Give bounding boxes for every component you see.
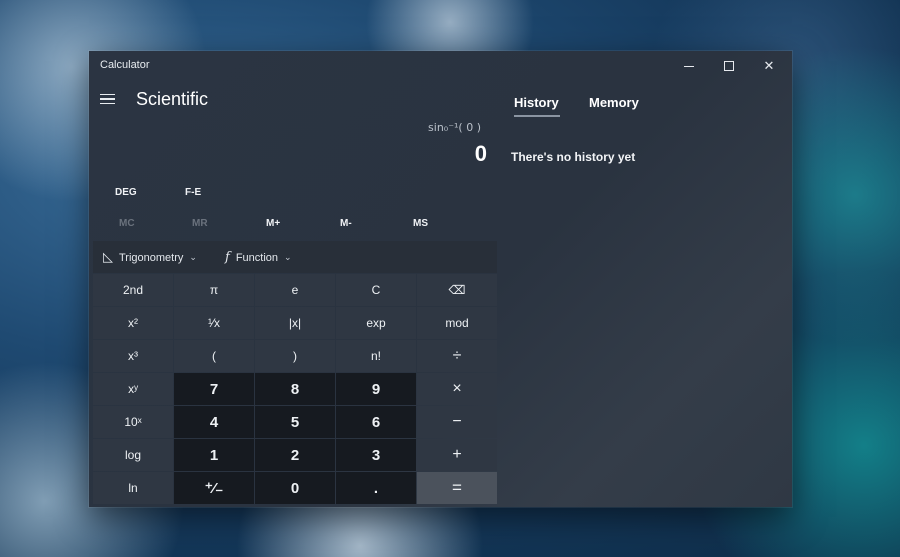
- digit-0-button[interactable]: 0: [255, 472, 335, 504]
- chevron-down-icon: ⌄: [189, 252, 197, 262]
- expression-display: sin₀⁻¹( 0 ): [428, 121, 481, 134]
- second-button[interactable]: 2nd: [93, 274, 173, 306]
- function-bar: ◺ Trigonometry ⌄ f Function ⌄: [93, 241, 497, 273]
- cube-button[interactable]: x³: [93, 340, 173, 372]
- square-button[interactable]: x²: [93, 307, 173, 339]
- chevron-down-icon: ⌄: [284, 252, 292, 262]
- equals-button[interactable]: =: [417, 472, 497, 504]
- absolute-button[interactable]: |x|: [255, 307, 335, 339]
- trigonometry-label: Trigonometry: [119, 251, 184, 264]
- digit-4-button[interactable]: 4: [174, 406, 254, 438]
- result-display: 0: [474, 141, 487, 166]
- mode-title: Scientific: [136, 89, 209, 109]
- memory-store-button[interactable]: MS: [413, 218, 428, 229]
- minus-button[interactable]: −: [417, 406, 497, 438]
- title-bar[interactable]: Calculator ✕: [89, 51, 792, 81]
- angle-mode-button[interactable]: DEG: [115, 187, 137, 198]
- plus-button[interactable]: +: [417, 439, 497, 471]
- minimize-button[interactable]: [669, 51, 709, 81]
- memory-clear-button[interactable]: MC: [119, 218, 135, 229]
- maximize-icon: [724, 61, 734, 71]
- window-title: Calculator: [100, 59, 150, 71]
- log-button[interactable]: log: [93, 439, 173, 471]
- digit-6-button[interactable]: 6: [336, 406, 416, 438]
- memory-subtract-button[interactable]: M-: [340, 218, 352, 229]
- digit-8-button[interactable]: 8: [255, 373, 335, 405]
- minimize-icon: [684, 65, 694, 67]
- digit-7-button[interactable]: 7: [174, 373, 254, 405]
- pi-button[interactable]: π: [174, 274, 254, 306]
- multiply-button[interactable]: ×: [417, 373, 497, 405]
- memory-add-button[interactable]: M+: [266, 218, 280, 229]
- ln-button[interactable]: ln: [93, 472, 173, 504]
- tab-memory[interactable]: Memory: [589, 95, 639, 110]
- empty-history-message: There's no history yet: [511, 150, 636, 164]
- ten-power-button[interactable]: 10ˣ: [93, 406, 173, 438]
- triangle-icon: ◺: [103, 250, 113, 265]
- negate-button[interactable]: ⁺⁄₋: [174, 472, 254, 504]
- digit-9-button[interactable]: 9: [336, 373, 416, 405]
- memory-recall-button[interactable]: MR: [192, 218, 208, 229]
- power-button[interactable]: xʸ: [93, 373, 173, 405]
- euler-button[interactable]: e: [255, 274, 335, 306]
- menu-icon[interactable]: [100, 91, 116, 107]
- mod-button[interactable]: mod: [417, 307, 497, 339]
- close-button[interactable]: ✕: [749, 51, 789, 81]
- backspace-button[interactable]: ⌫: [417, 274, 497, 306]
- function-label: Function: [235, 251, 279, 264]
- active-tab-indicator: [514, 115, 560, 117]
- factorial-button[interactable]: n!: [336, 340, 416, 372]
- close-paren-button[interactable]: ): [255, 340, 335, 372]
- maximize-button[interactable]: [709, 51, 749, 81]
- open-paren-button[interactable]: (: [174, 340, 254, 372]
- fe-button[interactable]: F-E: [185, 187, 201, 198]
- calculator-window: Calculator ✕ Scientific sin₀⁻¹( 0 ) 0 DE…: [89, 51, 792, 507]
- clear-button[interactable]: C: [336, 274, 416, 306]
- digit-5-button[interactable]: 5: [255, 406, 335, 438]
- trigonometry-dropdown[interactable]: ◺ Trigonometry ⌄: [103, 250, 197, 265]
- reciprocal-button[interactable]: ¹⁄x: [174, 307, 254, 339]
- close-icon: ✕: [763, 58, 775, 73]
- digit-3-button[interactable]: 3: [336, 439, 416, 471]
- digit-1-button[interactable]: 1: [174, 439, 254, 471]
- keypad: 2nd π e C ⌫ x² ¹⁄x |x| exp mod x³ ( ) n!…: [93, 274, 497, 504]
- tab-history[interactable]: History: [514, 95, 559, 110]
- function-icon: f: [225, 250, 230, 265]
- function-dropdown[interactable]: f Function ⌄: [225, 250, 292, 265]
- exp-button[interactable]: exp: [336, 307, 416, 339]
- divide-button[interactable]: ÷: [417, 340, 497, 372]
- decimal-button[interactable]: .: [336, 472, 416, 504]
- digit-2-button[interactable]: 2: [255, 439, 335, 471]
